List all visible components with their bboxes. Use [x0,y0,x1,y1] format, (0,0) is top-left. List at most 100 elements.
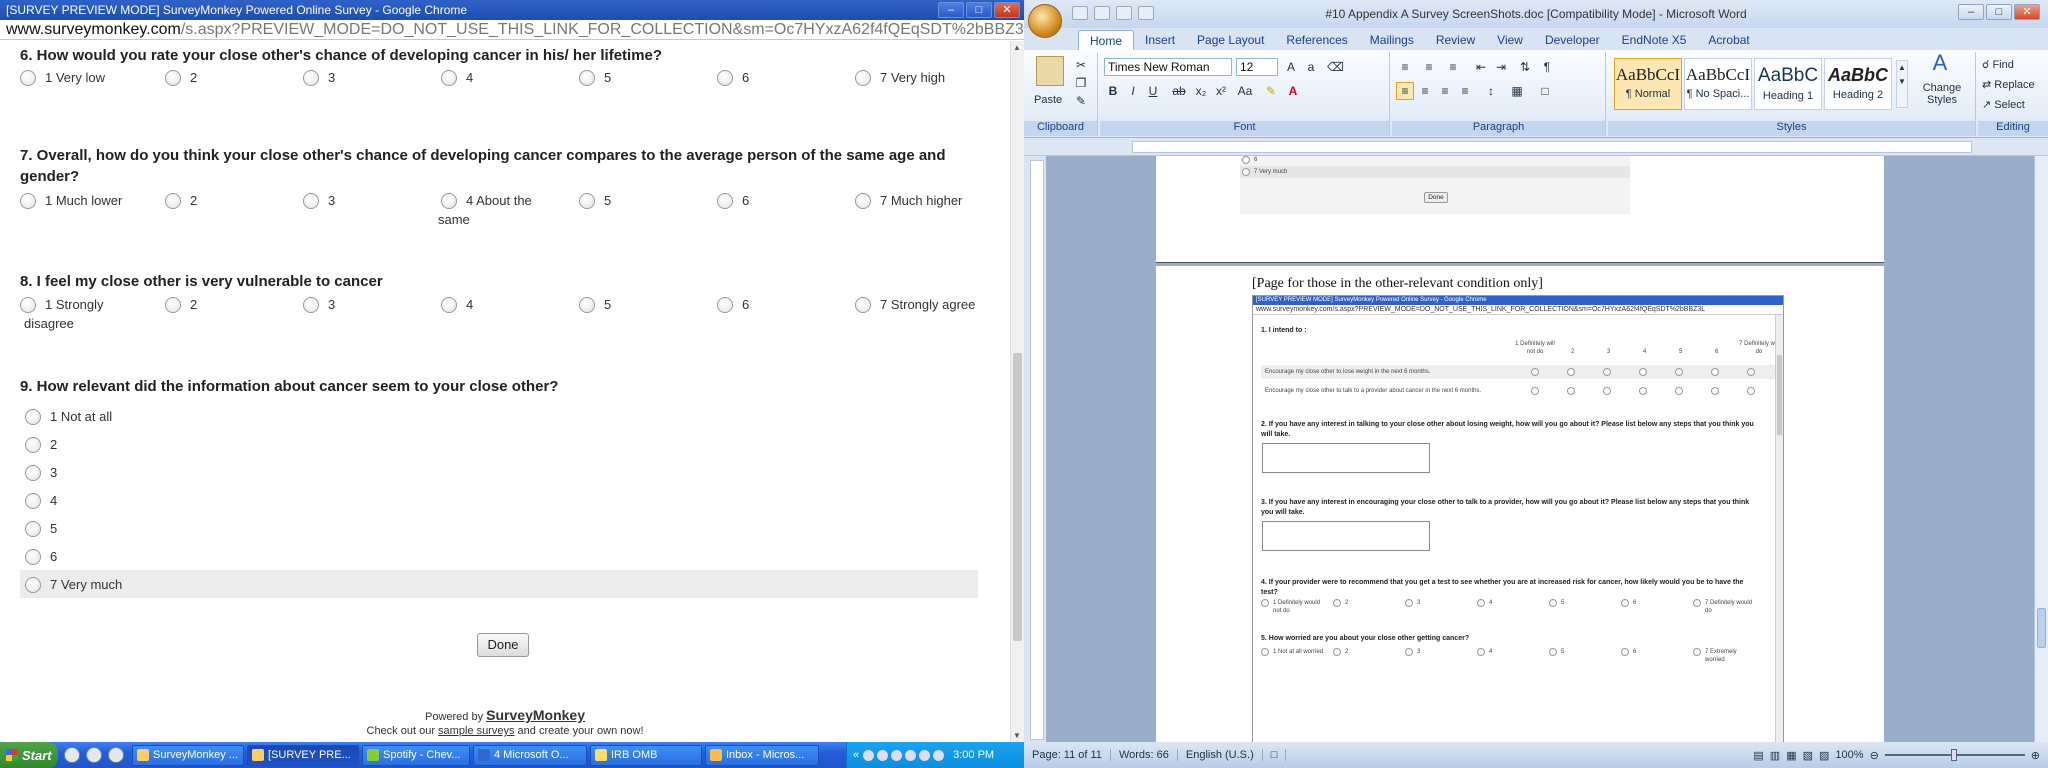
align-center-icon[interactable]: ≡ [1416,82,1434,100]
font-name-select[interactable]: Times New Roman [1104,58,1232,76]
subscript-icon[interactable]: x₂ [1192,82,1210,100]
radio-icon[interactable] [303,70,319,86]
bullets-icon[interactable]: ≡ [1396,58,1414,76]
tab-insert[interactable]: Insert [1134,30,1186,50]
increase-indent-icon[interactable]: ⇥ [1492,58,1510,76]
tray-icon[interactable] [877,749,889,761]
cut-icon[interactable]: ✂ [1072,56,1090,74]
horizontal-ruler[interactable] [1024,139,2048,156]
radio-icon[interactable] [303,297,319,313]
taskbar-item-spotify[interactable]: Spotify - Chev... [362,744,470,766]
q9-option[interactable]: 1 Not at all [20,402,978,430]
sort-icon[interactable]: ⇅ [1516,58,1534,76]
zoom-level[interactable]: 100% [1835,749,1863,761]
multilevel-list-icon[interactable]: ≡ [1444,58,1462,76]
align-left-icon[interactable]: ≡ [1396,82,1414,100]
change-case-icon[interactable]: Aa [1236,82,1254,100]
grow-font-icon[interactable]: A [1282,58,1300,76]
change-styles-icon[interactable]: A [1926,52,1954,82]
paste-icon[interactable] [1036,56,1064,86]
font-size-select[interactable]: 12 [1236,58,1278,76]
web-layout-icon[interactable]: ▦ [1786,749,1796,762]
style-normal[interactable]: AaBbCcI ¶ Normal [1614,58,1682,110]
address-bar[interactable]: www.surveymonkey.com/s.aspx?PREVIEW_MODE… [0,20,1024,40]
font-color-icon[interactable]: A [1284,82,1302,100]
q6-option[interactable]: 7 Very high [855,68,945,88]
radio-icon[interactable] [855,297,871,313]
print-layout-icon[interactable]: ▤ [1753,749,1763,762]
word-scrollbar[interactable] [2034,156,2048,742]
borders-icon[interactable]: □ [1536,82,1554,100]
replace-button[interactable]: ⇄ Replace [1982,78,2035,91]
radio-icon[interactable] [25,437,41,453]
radio-icon[interactable] [20,297,36,313]
change-styles-button[interactable]: Change Styles [1914,82,1970,106]
q8-option[interactable]: 4 [441,295,473,315]
taskbar-item-irb-omb[interactable]: IRB OMB [590,744,702,766]
radio-icon[interactable] [579,70,595,86]
zoom-out-icon[interactable]: ⊖ [1870,749,1879,762]
radio-icon[interactable] [303,193,319,209]
q7-option[interactable]: 1 Much lower [20,191,122,211]
sample-surveys-link[interactable]: sample surveys [438,725,514,737]
style-heading-1[interactable]: AaBbC Heading 1 [1754,58,1822,110]
justify-icon[interactable]: ≡ [1456,82,1474,100]
zoom-in-icon[interactable]: ⊕ [2031,749,2040,762]
styles-more-icon[interactable]: ▲ ▼ [1896,60,1908,108]
track-icon[interactable]: □ [1263,749,1287,761]
radio-icon[interactable] [165,193,181,209]
show-marks-icon[interactable]: ¶ [1538,58,1556,76]
radio-icon[interactable] [165,297,181,313]
superscript-icon[interactable]: x² [1212,82,1230,100]
strikethrough-icon[interactable]: ab [1170,82,1188,100]
numbering-icon[interactable]: ≡ [1420,58,1438,76]
word-minimize-button[interactable]: – [1958,4,1984,20]
tray-expand-icon[interactable]: « [853,749,859,761]
q7-option[interactable]: 3 [303,191,335,211]
q8-option[interactable]: 6 [717,295,749,315]
q7-option[interactable]: 7 Much higher [855,191,962,211]
q8-option[interactable]: 2 [165,295,197,315]
minimize-button[interactable]: – [938,2,964,18]
full-screen-icon[interactable]: ▥ [1770,749,1780,762]
q8-option[interactable]: 1 Strongly [20,295,104,315]
radio-icon[interactable] [25,521,41,537]
tray-icon[interactable] [863,749,875,761]
tab-acrobat[interactable]: Acrobat [1697,30,1760,50]
paste-button[interactable]: Paste [1034,94,1062,106]
underline-icon[interactable]: U [1144,82,1162,100]
tab-page-layout[interactable]: Page Layout [1186,30,1275,50]
start-button[interactable]: Start [0,742,58,768]
q7-option[interactable]: 5 [579,191,611,211]
copy-icon[interactable]: ❐ [1072,74,1090,92]
radio-icon[interactable] [25,549,41,565]
q9-option[interactable]: 7 Very much [20,570,978,598]
shading-icon[interactable]: ▦ [1508,82,1526,100]
q9-option[interactable]: 3 [20,458,978,486]
q7-option[interactable]: 6 [717,191,749,211]
scroll-down-icon[interactable]: ▼ [1013,731,1021,740]
language[interactable]: English (U.S.) [1178,749,1263,761]
q9-option[interactable]: 5 [20,514,978,542]
scroll-thumb[interactable] [1013,353,1022,641]
find-button[interactable]: ☌ Find [1982,58,2014,71]
chrome-scrollbar[interactable]: ▲ ▼ [1010,41,1024,742]
maximize-button[interactable]: □ [966,2,992,18]
tray-icon[interactable] [919,749,931,761]
radio-icon[interactable] [579,297,595,313]
radio-icon[interactable] [717,193,733,209]
zoom-slider-thumb[interactable] [1950,749,1957,761]
word-close-button[interactable]: ✕ [2014,4,2040,20]
radio-icon[interactable] [20,193,36,209]
tab-developer[interactable]: Developer [1534,30,1611,50]
decrease-indent-icon[interactable]: ⇤ [1472,58,1490,76]
taskbar-item-surveymonkey[interactable]: SurveyMonkey ... [132,744,244,766]
taskbar-item-survey-preview[interactable]: [SURVEY PRE... [247,744,359,766]
q9-option[interactable]: 2 [20,430,978,458]
tab-review[interactable]: Review [1425,30,1486,50]
bold-icon[interactable]: B [1104,82,1122,100]
format-painter-icon[interactable]: ✎ [1072,92,1090,110]
radio-icon[interactable] [579,193,595,209]
surveymonkey-logo[interactable]: SurveyMonkey [486,707,585,723]
quicklaunch-chrome-icon[interactable] [64,747,80,763]
